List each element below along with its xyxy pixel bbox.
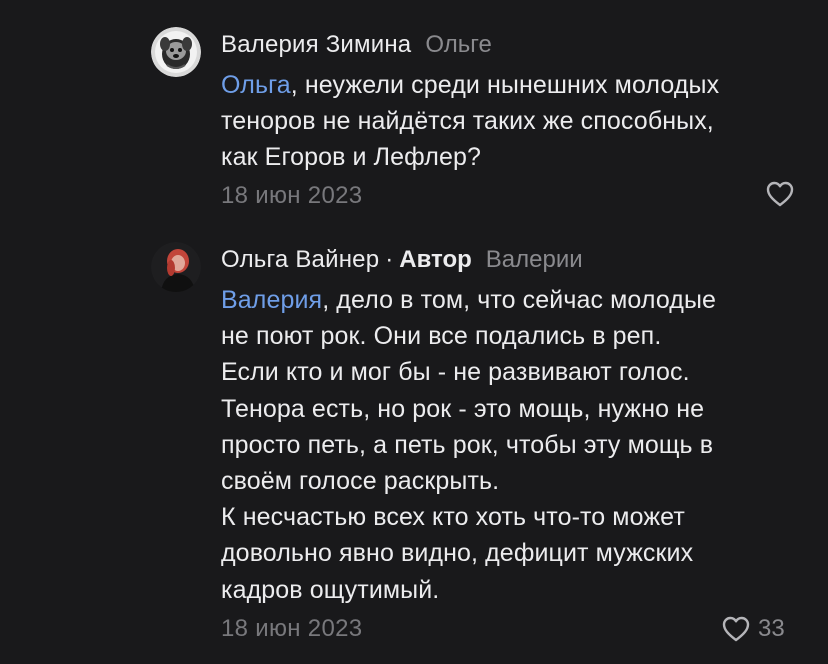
mention-link[interactable]: Валерия (221, 286, 322, 314)
comment-line: кадров ощутимый. (221, 575, 440, 604)
avatar[interactable] (151, 27, 201, 77)
separator: · (385, 246, 394, 273)
comment-text-segment: , неужели среди нынешних молодых (290, 71, 720, 99)
comment-line: Тенора есть, но рок - это мощь, нужно не (221, 394, 705, 423)
comment-text-segment: , дело в том, что сейчас молодые (322, 286, 717, 314)
like-button[interactable]: 33 (722, 614, 785, 644)
comment-line: Ольга, неужели среди нынешних молодых (221, 67, 811, 103)
reply-to-label[interactable]: Ольге (425, 28, 491, 62)
author-badge: Автор (399, 246, 472, 273)
comment-date: 18 июн 2023 (221, 182, 363, 209)
avatar-dog-icon (151, 27, 201, 77)
comment-item: Валерия Зимина Ольге Ольга, неужели сред… (0, 0, 828, 230)
comment-line: Если кто и мог бы - не развивают голос. (221, 358, 690, 387)
author-name[interactable]: Валерия Зимина (221, 28, 411, 62)
comment-line: как Егоров и Лефлер? (221, 143, 481, 172)
author-name[interactable]: Ольга Вайнер (221, 243, 379, 277)
comment-date: 18 июн 2023 (221, 615, 363, 642)
heart-icon (722, 616, 750, 642)
avatar[interactable] (151, 242, 201, 292)
comment-header: Ольга Вайнер · Автор Валерии (221, 243, 583, 277)
avatar-woman-icon (151, 242, 201, 292)
heart-icon (766, 181, 794, 207)
like-button[interactable] (766, 181, 794, 207)
like-count: 33 (758, 615, 785, 642)
comment-line: теноров не найдётся таких же способных, (221, 107, 714, 136)
comment-line: не поют рок. Они все подались в реп. (221, 322, 662, 351)
comment-header: Валерия Зимина Ольге (221, 28, 492, 62)
comment-line: довольно явно видно, дефицит мужских (221, 539, 694, 568)
comment-line: просто петь, а петь рок, чтобы эту мощь … (221, 430, 714, 459)
comment-line: своём голосе раскрыть. (221, 467, 500, 496)
comment-text: Ольга, неужели среди нынешних молодых те… (221, 67, 811, 176)
reply-to-label[interactable]: Валерии (486, 243, 583, 277)
mention-link[interactable]: Ольга (221, 71, 291, 99)
comment-text: Валерия, дело в том, что сейчас молодые … (221, 282, 811, 608)
comment-line: Валерия, дело в том, что сейчас молодые (221, 282, 811, 318)
comment-line: К несчастью всех кто хоть что-то может (221, 503, 685, 532)
comment-item: Ольга Вайнер · Автор Валерии Валерия, де… (0, 230, 828, 664)
